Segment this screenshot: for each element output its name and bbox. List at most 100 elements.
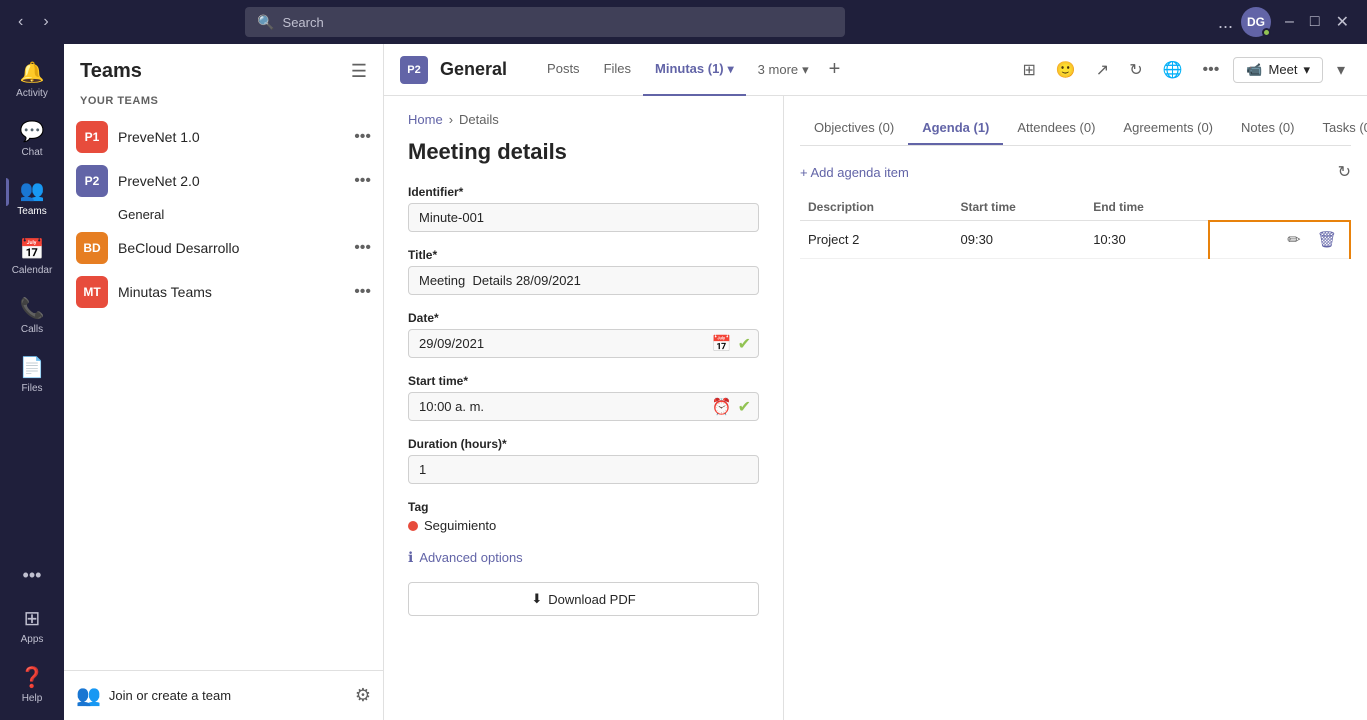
settings-button[interactable]: ⚙ — [355, 685, 371, 706]
sidebar-item-files[interactable]: 📄 Files — [6, 347, 58, 402]
sidebar-footer: 👥 Join or create a team ⚙ — [64, 670, 383, 720]
row-end-time: 10:30 — [1085, 221, 1209, 259]
minimize-button[interactable]: – — [1279, 10, 1300, 34]
calendar-picker-icon[interactable]: 📅 — [712, 334, 732, 354]
tab-notes[interactable]: Notes (0) — [1227, 112, 1308, 145]
row-start-time: 09:30 — [953, 221, 1086, 259]
download-pdf-button[interactable]: ⬇ Download PDF — [408, 582, 759, 616]
chat-icon: 💬 — [20, 119, 45, 144]
tab-posts[interactable]: Posts — [535, 44, 592, 96]
team-item-becloud[interactable]: BD BeCloud Desarrollo ••• — [64, 226, 383, 270]
team-dots-icon3[interactable]: ••• — [354, 239, 371, 257]
date-input-wrapper: 📅 ✔ — [408, 329, 759, 358]
sidebar: Teams ☰ Your teams P1 PreveNet 1.0 ••• P… — [64, 44, 384, 720]
sidebar-item-calls[interactable]: 📞 Calls — [6, 288, 58, 343]
team-dots-icon2[interactable]: ••• — [354, 172, 371, 190]
meet-chevron-button[interactable]: ▾ — [1331, 56, 1351, 84]
tab-minutas[interactable]: Minutas (1) ▾ — [643, 44, 746, 96]
date-input[interactable] — [408, 329, 759, 358]
tab-agreements[interactable]: Agreements (0) — [1109, 112, 1227, 145]
activity-icon: 🔔 — [20, 60, 45, 85]
advanced-options-button[interactable]: ℹ Advanced options — [408, 549, 759, 566]
edit-agenda-button[interactable]: ✏ — [1283, 226, 1304, 254]
maximize-button[interactable]: □ — [1304, 10, 1326, 34]
tab-agenda[interactable]: Agenda (1) — [908, 112, 1003, 145]
agenda-actions: ✏ 🗑 — [1218, 226, 1341, 254]
sidebar-item-calendar[interactable]: 📅 Calendar — [6, 229, 58, 284]
channel-item-general[interactable]: General — [64, 203, 383, 226]
main-area: P2 General Posts Files Minutas (1) ▾ 3 m… — [384, 44, 1367, 720]
avatar[interactable]: DG — [1241, 7, 1271, 37]
sidebar-item-chat[interactable]: 💬 Chat — [6, 111, 58, 166]
more-rail-icon[interactable]: ••• — [15, 557, 50, 594]
team-item-minutas[interactable]: MT Minutas Teams ••• — [64, 270, 383, 314]
add-agenda-item-button[interactable]: + Add agenda item — [800, 165, 909, 180]
identifier-input[interactable] — [408, 203, 759, 232]
chevron-down-icon: ▾ — [802, 62, 809, 78]
tag-color-dot — [408, 521, 418, 531]
tab-objectives[interactable]: Objectives (0) — [800, 112, 908, 145]
breadcrumb: Home › Details — [408, 112, 759, 127]
close-button[interactable]: ✕ — [1330, 10, 1355, 34]
top-bar-right: ... DG – □ ✕ — [1218, 7, 1355, 37]
agenda-panel: Objectives (0) Agenda (1) Attendees (0) … — [784, 96, 1367, 720]
channel-header-right: ⊞ 🙂 ↗ ↻ 🌐 ••• 📹 Meet ▾ ▾ — [1016, 56, 1351, 84]
clock-icon[interactable]: ⏰ — [712, 397, 732, 417]
refresh-channel-icon[interactable]: ↻ — [1123, 56, 1148, 84]
sidebar-menu-button[interactable]: ☰ — [351, 61, 367, 82]
meet-button[interactable]: 📹 Meet ▾ — [1233, 57, 1323, 83]
tab-dropdown-icon: ▾ — [728, 62, 734, 76]
breadcrumb-home[interactable]: Home — [408, 112, 443, 127]
tab-add-button[interactable]: + — [821, 58, 849, 81]
tag-name: Seguimiento — [424, 518, 496, 533]
tab-files[interactable]: Files — [592, 44, 643, 96]
team-item-prevenet1[interactable]: P1 PreveNet 1.0 ••• — [64, 115, 383, 159]
title-input[interactable] — [408, 266, 759, 295]
sidebar-item-teams[interactable]: 👥 Teams — [6, 170, 58, 225]
your-teams-label: Your teams — [64, 91, 383, 115]
start-time-input[interactable] — [408, 392, 759, 421]
team-item-prevenet2[interactable]: P2 PreveNet 2.0 ••• — [64, 159, 383, 203]
sidebar-item-help[interactable]: ❓ Help — [6, 657, 58, 712]
col-description: Description — [800, 194, 953, 221]
help-icon: ❓ — [20, 665, 45, 690]
tab-tasks[interactable]: Tasks (0) — [1308, 112, 1367, 145]
join-team-button[interactable]: 👥 Join or create a team — [76, 683, 231, 708]
search-input[interactable] — [283, 15, 834, 30]
download-icon: ⬇ — [531, 591, 542, 607]
channel-tabs: Posts Files Minutas (1) ▾ 3 more ▾ + — [535, 44, 848, 96]
date-icons: 📅 ✔ — [712, 334, 751, 354]
popout-icon[interactable]: ↗ — [1090, 56, 1115, 84]
row-actions-cell: ✏ 🗑 — [1209, 221, 1350, 259]
emoji-icon[interactable]: 🙂 — [1050, 56, 1082, 84]
delete-agenda-button[interactable]: 🗑 — [1313, 226, 1341, 254]
tag-item: Seguimiento — [408, 518, 759, 533]
agenda-toolbar: + Add agenda item ↻ — [800, 162, 1351, 182]
duration-input[interactable] — [408, 455, 759, 484]
sidebar-item-activity[interactable]: 🔔 Activity — [6, 52, 58, 107]
team-dots-icon[interactable]: ••• — [354, 128, 371, 146]
start-time-check-icon: ✔ — [738, 397, 751, 417]
channel-more-icon[interactable]: ••• — [1197, 57, 1226, 83]
agenda-tabs: Objectives (0) Agenda (1) Attendees (0) … — [800, 112, 1351, 146]
refresh-agenda-button[interactable]: ↻ — [1338, 162, 1351, 182]
team-avatar-prevenet2: P2 — [76, 165, 108, 197]
forward-button[interactable]: › — [37, 9, 54, 35]
channel-header: P2 General Posts Files Minutas (1) ▾ 3 m… — [384, 44, 1367, 96]
duration-group: Duration (hours)* — [408, 437, 759, 484]
back-button[interactable]: ‹ — [12, 9, 29, 35]
sidebar-item-apps[interactable]: ⊞ Apps — [6, 598, 58, 653]
top-bar: ‹ › 🔍 ... DG – □ ✕ — [0, 0, 1367, 44]
channel-badge: P2 — [400, 56, 428, 84]
globe-icon[interactable]: 🌐 — [1157, 56, 1189, 84]
more-options-icon[interactable]: ... — [1218, 12, 1233, 33]
meet-chevron-icon: ▾ — [1303, 62, 1310, 78]
title-label: Title* — [408, 248, 759, 262]
team-avatar-prevenet1: P1 — [76, 121, 108, 153]
team-dots-icon4[interactable]: ••• — [354, 283, 371, 301]
team-name-prevenet1: PreveNet 1.0 — [118, 129, 344, 145]
tab-attendees[interactable]: Attendees (0) — [1003, 112, 1109, 145]
tab-more-button[interactable]: 3 more ▾ — [746, 44, 821, 96]
expand-icon[interactable]: ⊞ — [1016, 56, 1041, 84]
date-check-icon: ✔ — [738, 334, 751, 354]
